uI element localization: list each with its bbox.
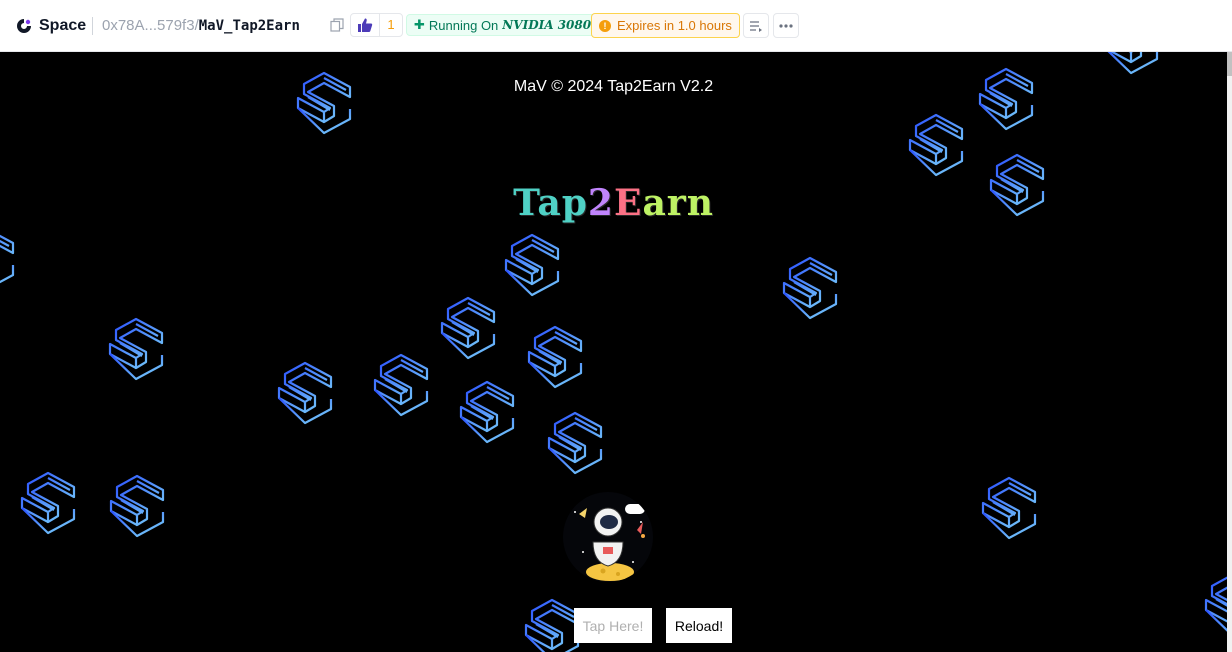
logs-button[interactable] xyxy=(743,13,769,38)
like-group: 1 xyxy=(350,13,403,37)
s-logo-icon xyxy=(1204,573,1227,637)
spaces-logo-icon xyxy=(17,19,31,33)
hardware-label: NVIDIA 3080 xyxy=(502,18,592,32)
s-logo-icon xyxy=(459,380,515,444)
s-logo-icon xyxy=(908,113,964,177)
logs-icon xyxy=(750,20,762,32)
more-icon xyxy=(779,23,793,28)
like-count: 1 xyxy=(387,17,395,32)
s-logo-icon xyxy=(108,317,164,381)
s-logo-icon xyxy=(373,353,429,417)
s-logo-icon xyxy=(524,598,580,652)
s-logo-icon xyxy=(277,361,333,425)
title-part-e: E xyxy=(613,182,643,224)
header-divider xyxy=(92,17,93,35)
thumbs-up-icon xyxy=(358,18,373,32)
s-logo-icon xyxy=(981,476,1037,540)
owner-link[interactable]: 0x78A...579f3 xyxy=(102,17,195,34)
s-logo-icon xyxy=(547,411,603,475)
astronaut-avatar[interactable] xyxy=(563,492,653,582)
s-logo-icon xyxy=(0,227,15,291)
tap-here-button[interactable]: Tap Here! xyxy=(574,608,652,643)
brand[interactable]: Space xyxy=(15,15,86,37)
running-icon: ✚ xyxy=(414,17,425,32)
s-logo-icon xyxy=(989,153,1045,217)
copyright-text: MaV © 2024 Tap2Earn V2.2 xyxy=(513,78,714,95)
expires-label: Expires in 1.0 hours xyxy=(617,18,732,33)
space-header: Space 0x78A...579f3/MaV_Tap2Earn 1 ✚ Run… xyxy=(0,0,1232,52)
title-part-2: 2 xyxy=(587,182,614,224)
like-button[interactable] xyxy=(351,14,380,36)
space-name-link[interactable]: MaV_Tap2Earn xyxy=(199,18,300,34)
warning-icon: ! xyxy=(599,19,611,32)
title-part-arn: arn xyxy=(642,182,714,224)
s-logo-icon xyxy=(109,474,165,538)
breadcrumb: 0x78A...579f3/MaV_Tap2Earn xyxy=(102,16,300,36)
copy-icon[interactable] xyxy=(330,18,344,32)
runtime-status-badge: ✚ Running On NVIDIA 3080 xyxy=(406,14,600,36)
more-options-button[interactable] xyxy=(773,13,799,38)
s-logo-icon xyxy=(440,296,496,360)
s-logo-icon xyxy=(296,71,352,135)
scrollbar-thumb[interactable] xyxy=(1227,52,1232,76)
s-logo-icon xyxy=(527,325,583,389)
astronaut-image xyxy=(563,492,653,582)
s-logo-icon xyxy=(504,233,560,297)
expires-badge[interactable]: ! Expires in 1.0 hours xyxy=(591,13,740,38)
reload-button[interactable]: Reload! xyxy=(666,608,732,643)
s-logo-icon xyxy=(978,67,1034,131)
s-logo-icon xyxy=(1103,52,1159,75)
app-canvas: MaV © 2024 Tap2Earn V2.2 Tap2Earn Tap He… xyxy=(0,52,1227,652)
title-part-tap: Tap xyxy=(513,182,588,224)
s-logo-icon xyxy=(782,256,838,320)
running-label: Running On xyxy=(428,17,499,33)
brand-label: Space xyxy=(39,17,87,34)
s-logo-icon xyxy=(20,471,76,535)
scrollbar-track[interactable] xyxy=(1227,52,1232,652)
